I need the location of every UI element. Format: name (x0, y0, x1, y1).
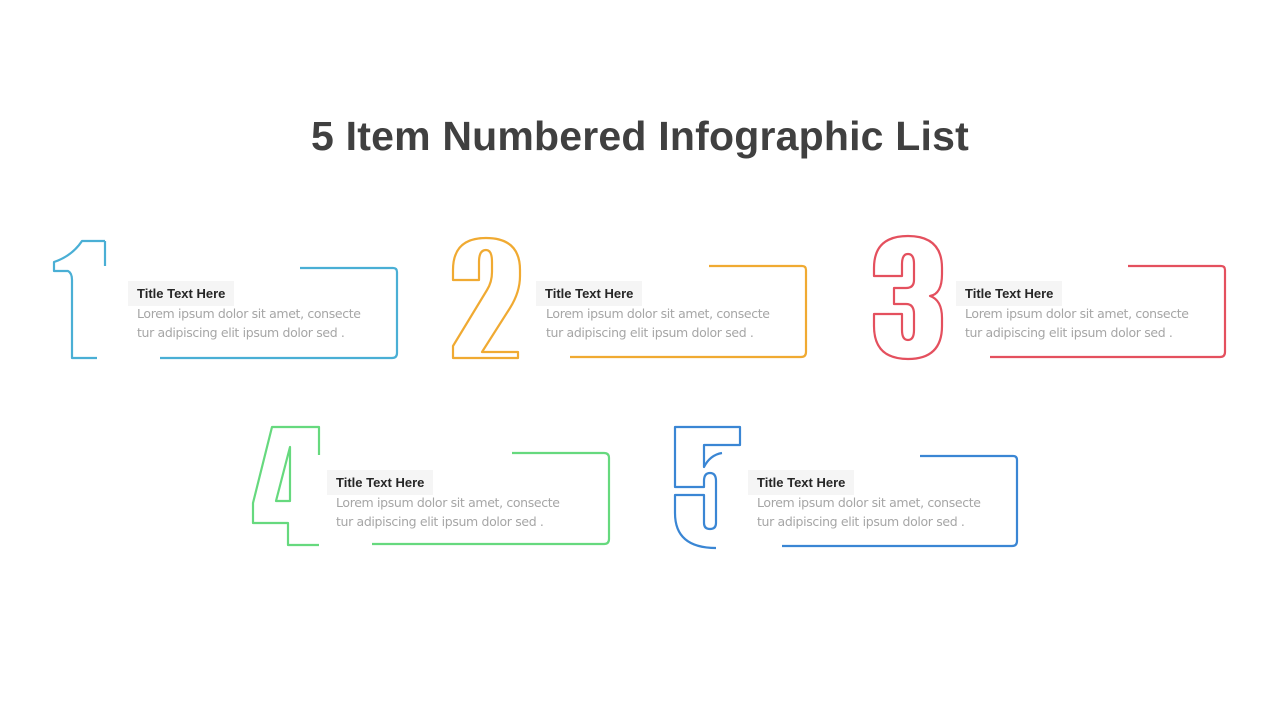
list-item-1: Title Text Here Lorem ipsum dolor sit am… (50, 238, 410, 378)
item-description: Lorem ipsum dolor sit amet, consecte tur… (546, 304, 786, 342)
item-title: Title Text Here (748, 470, 855, 495)
list-item-5: Title Text Here Lorem ipsum dolor sit am… (673, 425, 1034, 565)
item-title: Title Text Here (128, 281, 235, 306)
item-title: Title Text Here (956, 281, 1063, 306)
description-line-2: tur adipiscing elit ipsum dolor sed . (965, 325, 1173, 340)
description-line-1: Lorem ipsum dolor sit amet, consecte (137, 306, 361, 321)
item-description: Lorem ipsum dolor sit amet, consecte tur… (137, 304, 377, 342)
item-description: Lorem ipsum dolor sit amet, consecte tur… (757, 493, 997, 531)
description-line-1: Lorem ipsum dolor sit amet, consecte (336, 495, 560, 510)
page-title: 5 Item Numbered Infographic List (311, 113, 969, 159)
description-line-1: Lorem ipsum dolor sit amet, consecte (546, 306, 770, 321)
description-line-1: Lorem ipsum dolor sit amet, consecte (757, 495, 981, 510)
item-title: Title Text Here (536, 281, 643, 306)
description-line-2: tur adipiscing elit ipsum dolor sed . (757, 514, 965, 529)
list-item-3: Title Text Here Lorem ipsum dolor sit am… (872, 234, 1232, 374)
description-line-1: Lorem ipsum dolor sit amet, consecte (965, 306, 1189, 321)
list-item-4: Title Text Here Lorem ipsum dolor sit am… (251, 425, 612, 565)
item-title: Title Text Here (327, 470, 434, 495)
description-line-2: tur adipiscing elit ipsum dolor sed . (336, 514, 544, 529)
item-description: Lorem ipsum dolor sit amet, consecte tur… (965, 304, 1205, 342)
list-item-2: Title Text Here Lorem ipsum dolor sit am… (451, 236, 812, 376)
description-line-2: tur adipiscing elit ipsum dolor sed . (137, 325, 345, 340)
item-description: Lorem ipsum dolor sit amet, consecte tur… (336, 493, 576, 531)
description-line-2: tur adipiscing elit ipsum dolor sed . (546, 325, 754, 340)
